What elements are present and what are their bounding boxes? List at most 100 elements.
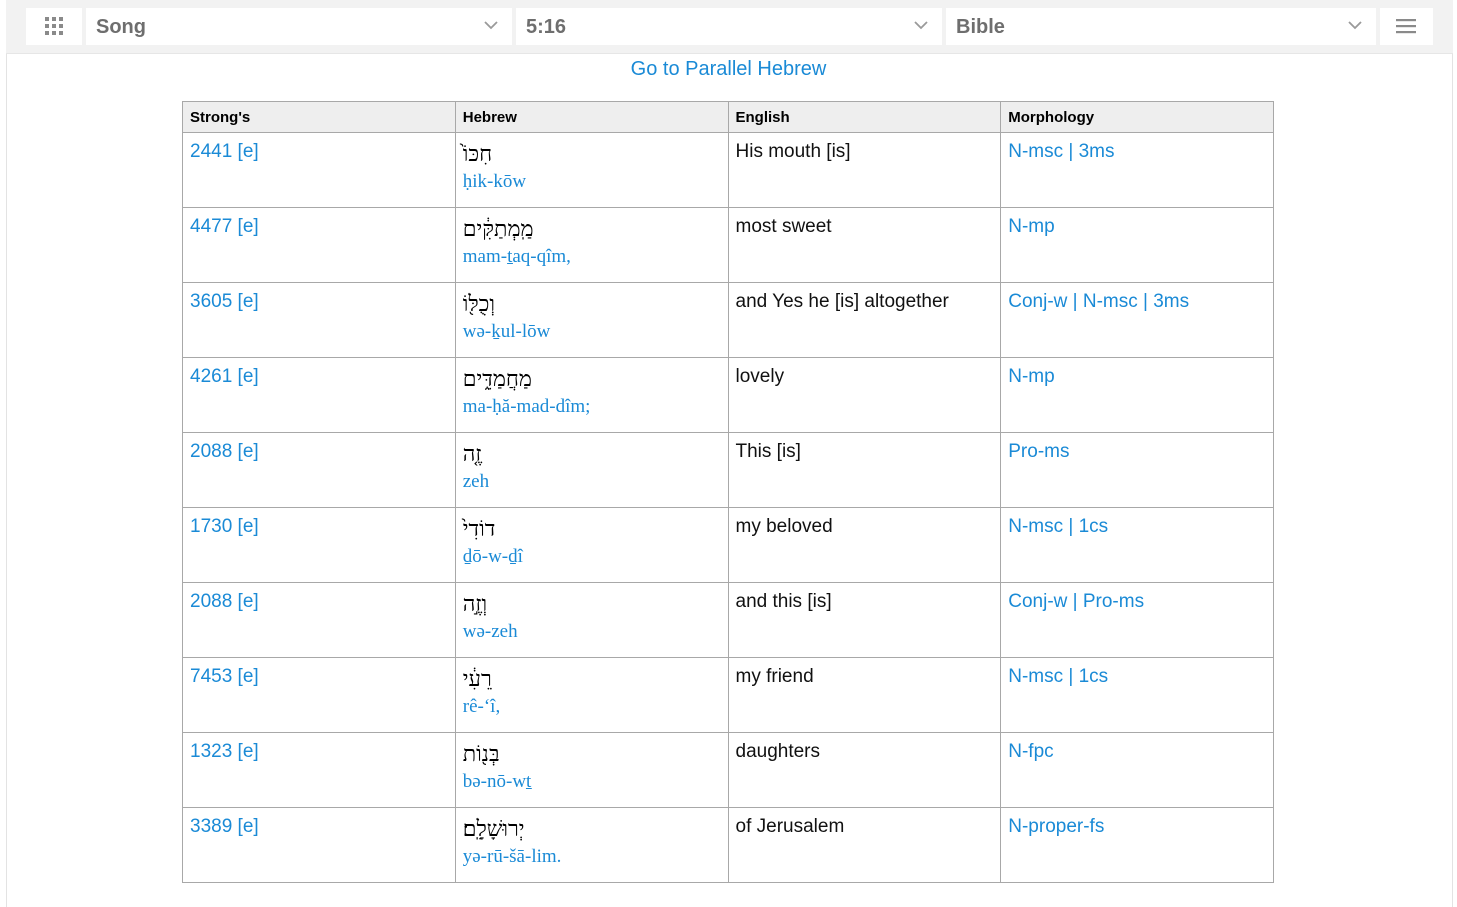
morphology-cell: N-mp bbox=[1000, 357, 1274, 433]
hebrew-word: בְּנ֖וֹת bbox=[462, 742, 500, 767]
strongs-link[interactable]: 4261 [e] bbox=[190, 366, 259, 387]
transliteration-link[interactable]: ḥik-kōw bbox=[463, 171, 721, 193]
hebrew-cell: חִכּוֹ֙ ḥik-kōw bbox=[454, 132, 729, 208]
chapter-verse-select[interactable]: 5:16 bbox=[516, 8, 942, 45]
chapter-verse-select-value: 5:16 bbox=[526, 16, 567, 38]
hebrew-cell: וְכֻלּ֖וֹ wə-ḵul-lōw bbox=[454, 282, 729, 358]
hebrew-cell: וְזֶ֣ה wə-zeh bbox=[454, 582, 729, 658]
english-cell: His mouth [is] bbox=[727, 132, 1002, 208]
morphology-link[interactable]: N-msc | 3ms bbox=[1008, 141, 1114, 162]
morphology-cell: Conj-w | N-msc | 3ms bbox=[1000, 282, 1274, 358]
transliteration-link[interactable]: mam-ṯaq-qîm, bbox=[463, 246, 721, 268]
english-gloss: His mouth [is] bbox=[735, 141, 851, 162]
transliteration-link[interactable]: wə-ḵul-lōw bbox=[463, 321, 721, 343]
table-row: 2088 [e] וְזֶ֣ה wə-zeh and this [is] Conj-w … bbox=[182, 582, 1274, 658]
transliteration-link[interactable]: zeh bbox=[463, 471, 721, 493]
version-select[interactable]: Bible bbox=[946, 8, 1376, 45]
chevron-down-icon bbox=[484, 21, 498, 30]
transliteration-link[interactable]: wə-zeh bbox=[463, 621, 721, 643]
strongs-link[interactable]: 1730 [e] bbox=[190, 516, 259, 537]
strongs-link[interactable]: 2088 [e] bbox=[190, 591, 259, 612]
english-gloss: my friend bbox=[735, 666, 814, 687]
hebrew-word: יְרוּשָׁלִָֽם׃ bbox=[462, 817, 525, 842]
morphology-link[interactable]: Conj-w | N-msc | 3ms bbox=[1008, 291, 1189, 312]
hebrew-word: רֵעִ֔י bbox=[462, 667, 492, 692]
transliteration-link[interactable]: ḏō-w-ḏî bbox=[463, 546, 721, 568]
morphology-link[interactable]: Conj-w | Pro-ms bbox=[1008, 591, 1144, 612]
strongs-link[interactable]: 3389 [e] bbox=[190, 816, 259, 837]
hebrew-cell: רֵעִ֔י rê-‘î, bbox=[454, 657, 729, 733]
strongs-link[interactable]: 4477 [e] bbox=[190, 216, 259, 237]
hebrew-cell: זֶ֤ה zeh bbox=[454, 432, 729, 508]
strongs-link[interactable]: 2441 [e] bbox=[190, 141, 259, 162]
strongs-cell: 1730 [e] bbox=[182, 507, 456, 583]
table-row: 1730 [e] דוֹדִי֙ ḏō-w-ḏî my beloved N-msc | … bbox=[182, 507, 1274, 583]
morphology-link[interactable]: N-msc | 1cs bbox=[1008, 516, 1108, 537]
hebrew-word: מַֽמְתַקִּ֔ים bbox=[462, 217, 534, 242]
chevron-down-icon bbox=[1348, 21, 1362, 30]
transliteration-link[interactable]: rê-‘î, bbox=[463, 696, 721, 718]
transliteration-link[interactable]: yə-rū-šā-lim. bbox=[463, 846, 721, 868]
hebrew-cell: בְּנ֖וֹת bə-nō-wṯ bbox=[454, 732, 729, 808]
book-select[interactable]: Song bbox=[86, 8, 512, 45]
table-row: 4477 [e] מַֽמְתַקִּ֔ים mam-ṯaq-qîm, most sw… bbox=[182, 207, 1274, 283]
hebrew-word: חִכּוֹ֙ bbox=[462, 142, 493, 167]
morphology-link[interactable]: N-mp bbox=[1008, 366, 1054, 387]
strongs-cell: 3389 [e] bbox=[182, 807, 456, 883]
header-morphology: Morphology bbox=[1000, 101, 1274, 133]
interlinear-table: Strong's Hebrew English Morphology 2441 … bbox=[182, 101, 1274, 883]
morphology-link[interactable]: N-proper-fs bbox=[1008, 816, 1104, 837]
english-gloss: and Yes he [is] altogether bbox=[735, 291, 949, 312]
table-row: 7453 [e] רֵעִ֔י rê-‘î, my friend N-msc | 1cs bbox=[182, 657, 1274, 733]
morphology-cell: Conj-w | Pro-ms bbox=[1000, 582, 1274, 658]
grid-menu-button[interactable] bbox=[26, 8, 82, 45]
english-cell: lovely bbox=[727, 357, 1002, 433]
morphology-cell: N-msc | 1cs bbox=[1000, 507, 1274, 583]
english-gloss: my beloved bbox=[735, 516, 833, 537]
header-english: English bbox=[727, 101, 1002, 133]
book-select-value: Song bbox=[96, 16, 146, 38]
page: Song 5:16 Bible Go to Parallel Hebrew St… bbox=[0, 0, 1457, 907]
strongs-link[interactable]: 7453 [e] bbox=[190, 666, 259, 687]
hebrew-cell: מַחֲמַדִּ֑ים ma-ḥă-mad-dîm; bbox=[454, 357, 729, 433]
morphology-link[interactable]: Pro-ms bbox=[1008, 441, 1069, 462]
strongs-cell: 4261 [e] bbox=[182, 357, 456, 433]
english-cell: my beloved bbox=[727, 507, 1002, 583]
morphology-cell: N-proper-fs bbox=[1000, 807, 1274, 883]
table-row: 3389 [e] יְרוּשָׁלִָֽם׃ yə-rū-šā-lim. of Je… bbox=[182, 807, 1274, 883]
morphology-cell: N-msc | 3ms bbox=[1000, 132, 1274, 208]
header-hebrew: Hebrew bbox=[454, 101, 729, 133]
table-row: 4261 [e] מַחֲמַדִּ֑ים ma-ḥă-mad-dîm; lovely… bbox=[182, 357, 1274, 433]
strongs-link[interactable]: 3605 [e] bbox=[190, 291, 259, 312]
hebrew-cell: דוֹדִי֙ ḏō-w-ḏî bbox=[454, 507, 729, 583]
morphology-link[interactable]: N-mp bbox=[1008, 216, 1054, 237]
hebrew-word: מַחֲמַדִּ֑ים bbox=[462, 367, 532, 392]
transliteration-link[interactable]: ma-ḥă-mad-dîm; bbox=[463, 396, 721, 418]
strongs-cell: 7453 [e] bbox=[182, 657, 456, 733]
transliteration-link[interactable]: bə-nō-wṯ bbox=[463, 771, 721, 793]
morphology-link[interactable]: N-fpc bbox=[1008, 741, 1053, 762]
strongs-cell: 2088 [e] bbox=[182, 432, 456, 508]
english-gloss: and this [is] bbox=[735, 591, 832, 612]
main-menu-button[interactable] bbox=[1380, 8, 1433, 45]
english-cell: most sweet bbox=[727, 207, 1002, 283]
table-row: 3605 [e] וְכֻלּ֖וֹ wə-ḵul-lōw and Yes he [i… bbox=[182, 282, 1274, 358]
hebrew-word: וְכֻלּ֖וֹ bbox=[462, 292, 496, 317]
hebrew-cell: יְרוּשָׁלִָֽם׃ yə-rū-šā-lim. bbox=[454, 807, 729, 883]
hamburger-menu-icon bbox=[1396, 19, 1416, 34]
version-select-value: Bible bbox=[956, 16, 1005, 38]
english-cell: of Jerusalem bbox=[727, 807, 1002, 883]
table-row: 2441 [e] חִכּוֹ֙ ḥik-kōw His mouth [is] N-ms… bbox=[182, 132, 1274, 208]
go-to-parallel-hebrew-link[interactable]: Go to Parallel Hebrew bbox=[0, 58, 1457, 81]
morphology-link[interactable]: N-msc | 1cs bbox=[1008, 666, 1108, 687]
english-cell: daughters bbox=[727, 732, 1002, 808]
strongs-link[interactable]: 2088 [e] bbox=[190, 441, 259, 462]
strongs-cell: 4477 [e] bbox=[182, 207, 456, 283]
morphology-cell: N-msc | 1cs bbox=[1000, 657, 1274, 733]
morphology-cell: Pro-ms bbox=[1000, 432, 1274, 508]
header-strongs: Strong's bbox=[182, 101, 456, 133]
english-gloss: of Jerusalem bbox=[735, 816, 845, 837]
strongs-link[interactable]: 1323 [e] bbox=[190, 741, 259, 762]
hebrew-word: וְזֶ֣ה bbox=[462, 592, 488, 617]
morphology-cell: N-mp bbox=[1000, 207, 1274, 283]
